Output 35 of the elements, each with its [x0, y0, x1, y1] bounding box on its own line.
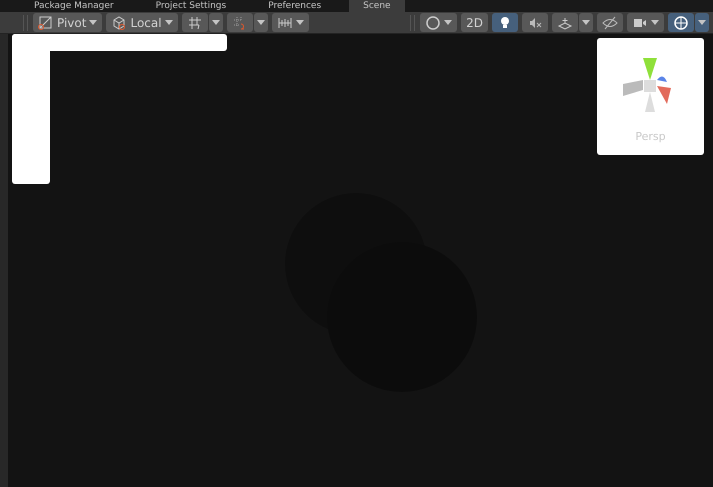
caret-icon	[256, 20, 265, 25]
mode-toggle-button[interactable]: 2D	[461, 13, 488, 32]
caret-icon	[212, 20, 220, 25]
cube-icon	[111, 14, 128, 30]
window-tab[interactable]: Scene	[349, 0, 405, 12]
ruler-dropdown-button[interactable]	[272, 13, 309, 32]
options-dropdown-button[interactable]	[695, 13, 709, 32]
cube-dropdown-button[interactable]: Local	[106, 13, 178, 32]
window-tab[interactable]: Package Manager	[20, 0, 128, 12]
effects-toggle-button[interactable]	[552, 13, 578, 32]
caret-icon	[698, 20, 706, 25]
window-tab[interactable]: Project Settings	[142, 0, 240, 12]
camera-dropdown-button[interactable]	[627, 13, 664, 32]
caret-icon	[89, 20, 98, 25]
grid-icon	[186, 14, 203, 30]
caret-icon	[444, 20, 452, 25]
window-tab[interactable]: Preferences	[254, 0, 336, 12]
caret-icon	[582, 20, 590, 25]
options-dropdown-button[interactable]	[254, 13, 268, 32]
pivot-icon	[38, 14, 54, 30]
options-dropdown-button[interactable]	[208, 13, 223, 32]
hidden-icon	[602, 14, 618, 30]
grid-toggle-button[interactable]	[182, 13, 208, 32]
audio-toggle-button[interactable]	[522, 13, 548, 32]
caret-icon	[164, 20, 173, 25]
pivot-dropdown-button[interactable]: Pivot	[33, 13, 102, 32]
gizmo-toggle-button[interactable]	[668, 13, 694, 32]
hidden-toggle-button[interactable]	[597, 13, 623, 32]
light-toggle-button[interactable]	[492, 13, 518, 32]
shading-dropdown-button[interactable]	[420, 13, 458, 32]
caret-icon	[296, 20, 304, 25]
options-dropdown-button[interactable]	[579, 13, 593, 32]
snap-toggle-button[interactable]	[226, 13, 253, 32]
caret-icon	[651, 20, 659, 25]
shading-icon	[425, 14, 442, 30]
